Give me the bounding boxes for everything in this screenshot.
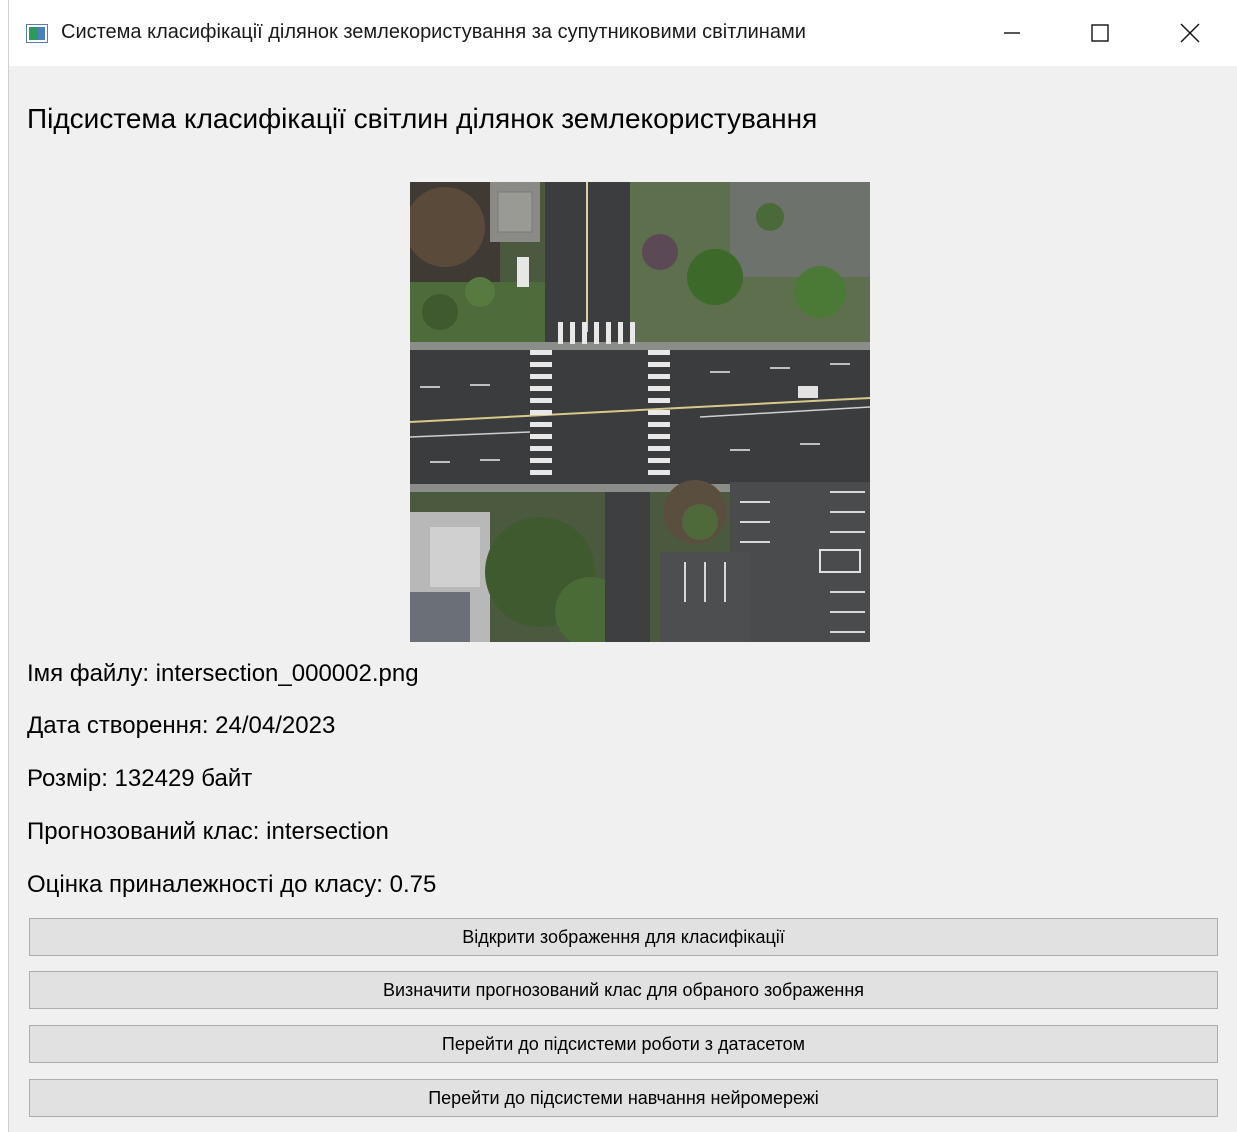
maximize-icon: [1091, 24, 1109, 42]
file-name-label: Імя файлу: intersection_000002.png: [27, 660, 419, 687]
creation-date-label: Дата створення: 24/04/2023: [27, 712, 336, 739]
minimize-icon: [1004, 32, 1020, 34]
goto-dataset-button[interactable]: Перейти до підсистеми роботи з датасетом: [29, 1025, 1218, 1063]
page-title: Підсистема класифікації світлин ділянок …: [27, 103, 818, 134]
app-window: Система класифікації ділянок землекорист…: [8, 0, 1237, 1132]
predict-class-button[interactable]: Визначити прогнозований клас для обраног…: [29, 971, 1218, 1009]
close-icon: [1180, 23, 1200, 43]
predicted-class-label: Прогнозований клас: intersection: [27, 818, 389, 845]
goto-training-button[interactable]: Перейти до підсистеми навчання нейромере…: [29, 1079, 1218, 1117]
minimize-button[interactable]: [967, 0, 1057, 66]
title-bar[interactable]: Система класифікації ділянок землекорист…: [9, 0, 1237, 66]
open-image-button[interactable]: Відкрити зображення для класифікації: [29, 918, 1218, 956]
image-preview: [410, 182, 870, 642]
window-title: Система класифікації ділянок землекорист…: [61, 21, 806, 43]
file-size-label: Розмір: 132429 байт: [27, 765, 253, 792]
close-button[interactable]: [1145, 0, 1235, 66]
class-score-label: Оцінка приналежності до класу: 0.75: [27, 871, 437, 898]
satellite-image-intersection: [410, 182, 870, 642]
app-icon: [26, 24, 48, 43]
maximize-button[interactable]: [1055, 0, 1145, 66]
